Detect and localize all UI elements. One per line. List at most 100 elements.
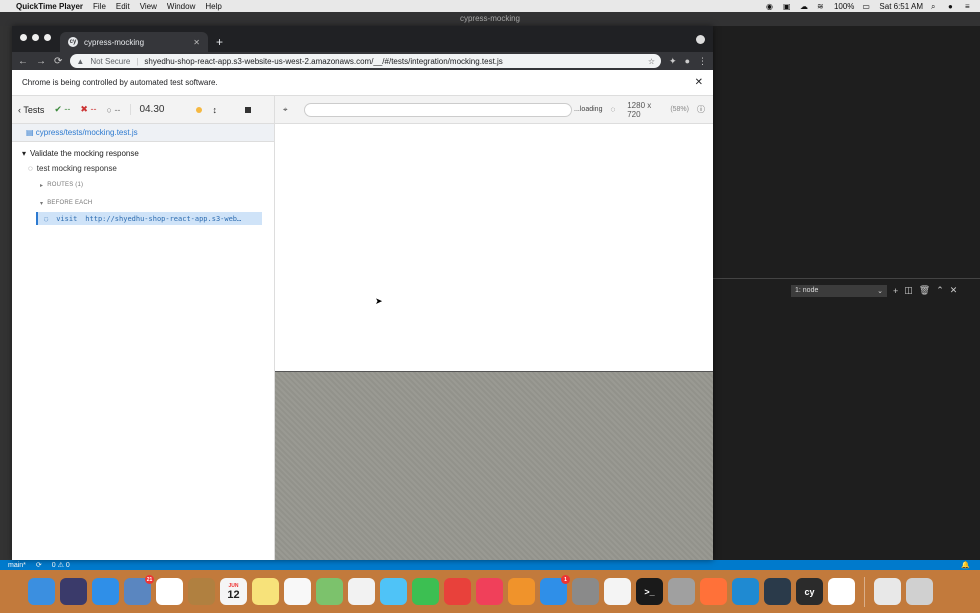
dock-preview-icon[interactable]: 21 [124,575,154,605]
circle-icon: ○ [106,104,112,115]
dock-safari-icon[interactable] [92,578,119,605]
menu-help[interactable]: Help [205,2,221,11]
forward-icon[interactable]: → [36,56,46,67]
dock-finder-icon[interactable] [28,578,55,605]
dock-books-icon[interactable] [508,578,535,605]
bookmark-star-icon[interactable]: ☆ [648,57,655,66]
warning-icon[interactable]: ▲ [76,57,84,66]
dock-chrome-icon[interactable] [156,578,183,605]
before-each-section[interactable]: ▾ BEFORE EACH [12,194,274,212]
cypress-reporter: ‹ Tests ✔ -- ✖ -- ○ -- 04.30 ↕ ▤ cypress… [12,96,275,560]
running-indicator-icon [196,106,203,113]
menu-file[interactable]: File [93,2,106,11]
dock-notebook-icon[interactable] [188,578,215,605]
plus-icon[interactable]: + [893,286,898,296]
tab-search-icon[interactable] [696,35,705,44]
menu-window[interactable]: Window [167,2,195,11]
command-row[interactable]: ◌ visit http://shyedhu-shop-react-app.s3… [36,212,262,225]
new-tab-button[interactable]: + [216,35,223,49]
back-icon[interactable]: ← [18,56,28,67]
dock-badge: 1 [561,575,570,584]
dock-textedit-icon[interactable] [604,578,631,605]
screen-record-icon[interactable]: ◉ [766,2,775,11]
tests-back-button[interactable]: ‹ Tests [18,105,44,115]
dock-quicktime-icon[interactable] [764,578,791,605]
app-menu[interactable]: QuickTime Player [16,2,83,11]
more-menu-icon[interactable]: ⋮ [698,56,707,67]
control-center-icon[interactable]: ≡ [965,2,974,11]
dock-cypress-icon[interactable]: cy [796,578,823,605]
wifi-icon[interactable]: ≋ [817,2,826,11]
pending-value: -- [114,104,121,115]
dock-terminal-icon[interactable]: >_ [636,578,663,605]
dock-photos-icon[interactable] [348,578,375,605]
dock-facetime-icon[interactable] [412,578,439,605]
dock-downloads-icon[interactable] [874,578,901,605]
clock[interactable]: Sat 6:51 AM [879,2,923,11]
dock-calendar-icon[interactable]: JUN 12 [220,578,247,605]
aut-iframe[interactable] [275,124,713,372]
cloud-icon[interactable]: ☁ [800,2,809,11]
terminal-select[interactable]: 1: node ⌄ [791,284,887,297]
security-label[interactable]: Not Secure [90,57,130,66]
dock-vscode-icon[interactable] [732,578,759,605]
bell-icon[interactable]: 🔔 [961,561,970,569]
viewport-size: 1280 x 720 [627,100,652,119]
test-item[interactable]: ◌ test mocking response [12,160,274,176]
dock-app-store-icon[interactable]: 1 [540,575,570,605]
maximize-panel-icon[interactable]: ⌃ [936,285,944,296]
close-tab-icon[interactable]: ✕ [193,38,200,47]
extensions-icon[interactable]: ✦ [669,56,677,67]
window-controls [20,34,51,41]
minimize-window-icon[interactable] [32,34,39,41]
info-icon[interactable]: ⓘ [697,104,705,115]
close-panel-icon[interactable]: ✕ [950,285,958,296]
check-icon: ✔ [54,104,62,114]
trash-icon[interactable]: 🗑 [919,285,930,296]
address-bar[interactable]: ▲ Not Secure | shyedhu-shop-react-app.s3… [70,54,662,68]
dock-maps-icon[interactable] [316,578,343,605]
scroll-toggle-icon[interactable]: ↕ [212,105,217,115]
menu-view[interactable]: View [140,2,157,11]
dock-firefox-icon[interactable] [700,578,727,605]
spotlight-icon[interactable]: ⌕ [931,2,940,11]
dock-news-icon[interactable] [444,578,471,605]
file-icon: ▤ [26,128,36,137]
git-branch[interactable]: main* [8,562,26,569]
suite-item[interactable]: ▾ Validate the mocking response [12,146,274,160]
calendar-day: 12 [227,588,240,601]
menu-edit[interactable]: Edit [116,2,130,11]
routes-section[interactable]: ▸ ROUTES (1) [12,176,274,194]
profile-icon[interactable]: ● [685,56,690,66]
split-terminal-icon[interactable]: ◫ [904,285,913,296]
spinner-icon: ◌ [28,163,33,173]
stop-icon[interactable] [244,106,251,113]
spec-path[interactable]: ▤ cypress/tests/mocking.test.js [12,124,274,142]
battery-percent[interactable]: 100% [834,2,854,11]
browser-tab[interactable]: cy cypress-mocking ✕ [60,32,208,52]
reload-icon[interactable]: ⟳ [54,56,62,67]
close-infobar-icon[interactable]: ✕ [695,77,703,88]
loading-label: ...loading [574,106,603,113]
dock-script-editor-icon[interactable] [668,578,695,605]
test-title: test mocking response [36,163,117,173]
image-capture-icon[interactable]: ▣ [783,2,792,11]
user-icon[interactable]: ● [948,2,957,11]
close-window-icon[interactable] [20,34,27,41]
battery-icon[interactable]: ▭ [862,2,871,11]
dock-trash-icon[interactable] [906,578,933,605]
dock-messages-icon[interactable] [380,578,407,605]
problems-count[interactable]: 0 ⚠ 0 [52,561,70,569]
sync-icon[interactable]: ⟳ [36,561,42,569]
dock-chrome-2-icon[interactable] [828,578,855,605]
passed-value: -- [64,104,71,114]
menubar-status: ◉ ▣ ☁ ≋ 100% ▭ Sat 6:51 AM ⌕ ● ≡ [766,2,974,12]
zoom-window-icon[interactable] [44,34,51,41]
dock-notes-icon[interactable] [252,578,279,605]
dock-reminders-icon[interactable] [284,578,311,605]
dock-system-preferences-icon[interactable] [572,578,599,605]
selector-playground-icon[interactable]: ⌖ [283,105,288,115]
url-text[interactable]: shyedhu-shop-react-app.s3-website-us-wes… [144,57,502,66]
dock-siri-icon[interactable] [60,578,87,605]
dock-music-icon[interactable] [476,578,503,605]
